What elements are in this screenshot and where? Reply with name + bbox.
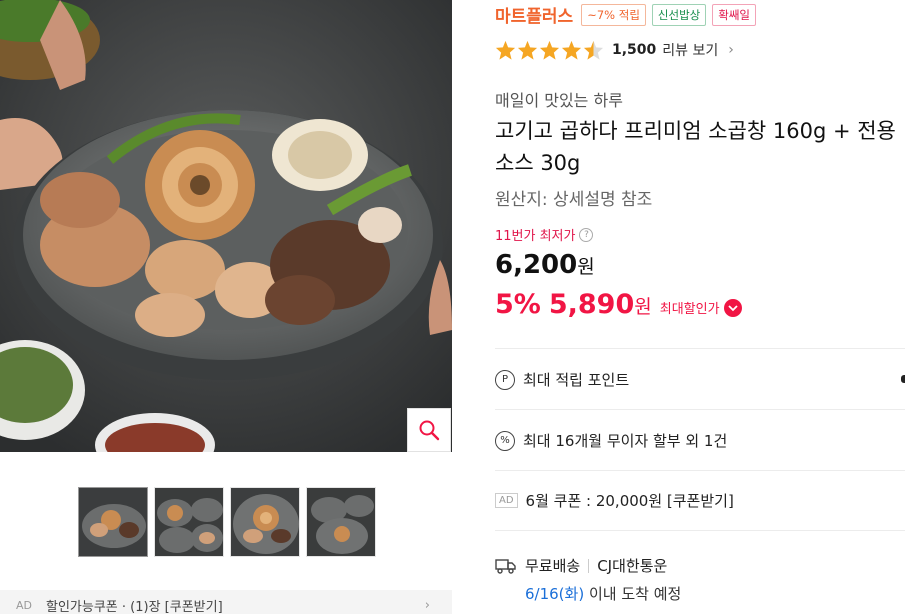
installment-row[interactable]: % 최대 16개월 무이자 할부 외 1건	[495, 430, 727, 451]
shipping-row: 무료배송 CJ대한통운	[495, 555, 667, 576]
carrier-name: CJ대한통운	[597, 557, 668, 575]
review-count: 1,500	[612, 42, 657, 58]
star-rating	[495, 40, 604, 60]
eta-date: 6/16(화)	[525, 585, 585, 603]
tag-points: ~7% 적립	[581, 3, 646, 26]
thumbnail-2[interactable]	[154, 487, 224, 557]
brand-link[interactable]: 마트플러스	[495, 2, 573, 27]
thumbnail-3[interactable]	[230, 487, 300, 557]
product-title: 고기고 곱하다 프리미엄 소곱창 160g + 전용소스 30g	[495, 119, 896, 175]
tag-fresh: 신선밥상	[651, 3, 707, 26]
half-star-icon	[583, 40, 604, 60]
coupon-strip[interactable]: AD 할인가능쿠폰 · (1)장 [쿠폰받기] ›	[0, 590, 452, 614]
ad-label: AD	[495, 493, 518, 508]
rating-row[interactable]: 1,500 리뷰 보기 ›	[495, 40, 734, 60]
sale-price-row: 5% 5,890 원 최대할인가	[495, 289, 742, 320]
chevron-down-icon	[723, 298, 742, 317]
chevron-right-icon: ›	[424, 597, 430, 613]
star-icon	[495, 40, 516, 60]
delivery-eta: 6/16(화) 이내 도착 예정	[525, 583, 681, 604]
june-coupon-label: 6월 쿠폰 : 20,000원 [쿠폰받기]	[525, 492, 734, 510]
won-unit: 원	[634, 296, 652, 318]
tag-sale: 확쌔일	[712, 3, 756, 26]
max-discount-label: 최대할인가	[659, 302, 720, 317]
origin-info: 원산지: 상세설명 참조	[495, 190, 653, 210]
chevron-right-icon: ›	[728, 42, 734, 58]
eta-text: 이내 도착 예정	[584, 585, 682, 603]
star-icon	[539, 40, 560, 60]
review-link-label: 리뷰 보기	[662, 43, 719, 59]
lowest-price-text: 11번가 최저가	[495, 229, 576, 244]
star-icon	[517, 40, 538, 60]
product-subtitle: 매일이 맛있는 하루	[495, 91, 623, 110]
divider	[495, 530, 905, 531]
coupon-strip-text: 할인가능쿠폰 · (1)장 [쿠폰받기]	[46, 599, 223, 614]
divider	[495, 409, 905, 410]
zoom-button[interactable]	[407, 408, 451, 452]
divider	[495, 470, 905, 471]
installment-label: 최대 16개월 무이자 할부 외 1건	[523, 432, 728, 450]
max-points-row[interactable]: P 최대 적립 포인트	[495, 369, 629, 390]
thumbnail-list	[78, 487, 376, 557]
lowest-price-label: 11번가 최저가 ?	[495, 225, 594, 244]
original-price: 6,200원	[495, 250, 595, 280]
thumbnail-4[interactable]	[306, 487, 376, 557]
ad-label: AD	[16, 598, 32, 612]
sale-price: 5,890	[548, 289, 635, 320]
points-icon: P	[495, 369, 515, 390]
won-unit: 원	[577, 256, 595, 278]
star-icon	[561, 40, 582, 60]
thumbnail-1[interactable]	[78, 487, 148, 557]
max-points-label: 최대 적립 포인트	[523, 371, 630, 389]
separator	[588, 558, 590, 573]
dot-icon	[901, 375, 905, 383]
help-icon[interactable]: ?	[579, 227, 594, 242]
june-coupon-row[interactable]: AD 6월 쿠폰 : 20,000원 [쿠폰받기]	[495, 490, 734, 511]
truck-icon	[495, 558, 516, 574]
divider	[495, 348, 905, 349]
max-discount-toggle[interactable]: 최대할인가	[660, 298, 742, 317]
original-price-value: 6,200	[495, 250, 578, 280]
percent-icon: %	[495, 430, 515, 451]
product-main-image[interactable]	[0, 0, 452, 452]
shipping-type: 무료배송	[525, 557, 581, 575]
discount-rate: 5%	[495, 289, 541, 320]
magnifier-icon	[419, 420, 440, 441]
brand-row: 마트플러스 ~7% 적립 신선밥상 확쌔일	[495, 2, 756, 27]
